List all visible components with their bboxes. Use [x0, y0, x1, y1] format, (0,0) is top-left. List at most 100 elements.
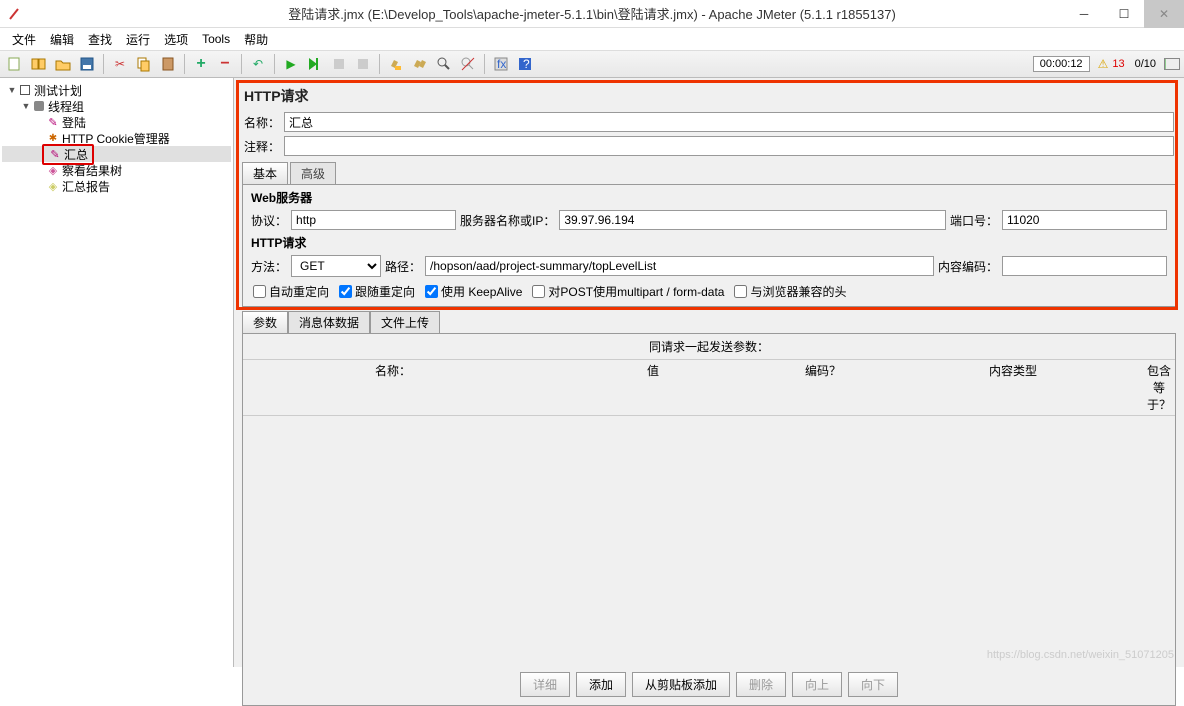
chk-multipart[interactable]: 对POST使用multipart / form-data: [532, 283, 724, 300]
chk-browser[interactable]: 与浏览器兼容的头: [734, 283, 846, 300]
paste-icon[interactable]: [157, 53, 179, 75]
tree-node-report[interactable]: ◈ 汇总报告: [2, 178, 231, 194]
thread-gauge: [1164, 58, 1180, 70]
reset-search-icon[interactable]: [457, 53, 479, 75]
comment-label: 注释：: [244, 138, 280, 155]
name-label: 名称：: [244, 114, 280, 131]
subtab-body[interactable]: 消息体数据: [288, 311, 370, 333]
add-icon[interactable]: +: [190, 53, 212, 75]
clear-icon[interactable]: [385, 53, 407, 75]
btn-add[interactable]: 添加: [576, 672, 626, 697]
app-icon: [8, 7, 22, 21]
comment-input[interactable]: [284, 136, 1174, 156]
params-table-body[interactable]: [243, 416, 1175, 664]
cut-icon[interactable]: ✂: [109, 53, 131, 75]
path-label: 路径：: [385, 258, 421, 275]
col-value: 值: [543, 360, 763, 415]
help-icon[interactable]: ?: [514, 53, 536, 75]
elapsed-timer: 00:00:12: [1033, 56, 1090, 72]
menu-run[interactable]: 运行: [120, 29, 156, 50]
svg-text:fx: fx: [497, 57, 506, 71]
col-include-eq: 包含等于？: [1143, 360, 1175, 415]
svg-text:?: ?: [523, 57, 530, 71]
subtab-files[interactable]: 文件上传: [370, 311, 440, 333]
params-title: 同请求一起发送参数：: [243, 334, 1175, 359]
minimize-button[interactable]: ─: [1064, 0, 1104, 28]
tree-node-summary[interactable]: ✎汇总: [2, 146, 231, 162]
menu-help[interactable]: 帮助: [238, 29, 274, 50]
start-no-pause-icon[interactable]: [304, 53, 326, 75]
open-icon[interactable]: [52, 53, 74, 75]
col-name: 名称：: [243, 360, 543, 415]
remove-icon[interactable]: −: [214, 53, 236, 75]
protocol-input[interactable]: [291, 210, 456, 230]
tab-advanced[interactable]: 高级: [290, 162, 336, 184]
tree-label: 登陆: [62, 114, 86, 131]
col-content-type: 内容类型: [883, 360, 1143, 415]
shutdown-icon[interactable]: [352, 53, 374, 75]
tab-basic[interactable]: 基本: [242, 162, 288, 184]
toolbar: ✂ + − ↶ ▶ fx ? 00:00:12 ⚠ 13 0/10: [0, 50, 1184, 78]
tree-label: 汇总: [64, 146, 88, 163]
editor-panel: HTTP请求 名称： 注释： 基本 高级 Web服务器 协议： 服务器名称或IP…: [234, 78, 1184, 667]
watermark: https://blog.csdn.net/weixin_51071205: [987, 649, 1174, 661]
save-icon[interactable]: [76, 53, 98, 75]
error-count: 13: [1112, 58, 1124, 70]
path-input[interactable]: [425, 256, 934, 276]
menu-search[interactable]: 查找: [82, 29, 118, 50]
col-encode: 编码？: [763, 360, 883, 415]
encoding-label: 内容编码：: [938, 258, 998, 275]
btn-down[interactable]: 向下: [848, 672, 898, 697]
encoding-input[interactable]: [1002, 256, 1167, 276]
port-label: 端口号：: [950, 212, 998, 229]
tree-node-login[interactable]: ✎ 登陆: [2, 114, 231, 130]
templates-icon[interactable]: [28, 53, 50, 75]
undo-icon[interactable]: ↶: [247, 53, 269, 75]
stop-icon[interactable]: [328, 53, 350, 75]
btn-clipboard[interactable]: 从剪贴板添加: [632, 672, 730, 697]
search-icon[interactable]: [433, 53, 455, 75]
menu-options[interactable]: 选项: [158, 29, 194, 50]
chk-auto-redirect[interactable]: 自动重定向: [253, 283, 329, 300]
menu-edit[interactable]: 编辑: [44, 29, 80, 50]
method-label: 方法：: [251, 258, 287, 275]
tree-node-thread[interactable]: ▼ 线程组: [2, 98, 231, 114]
copy-icon[interactable]: [133, 53, 155, 75]
subtab-params[interactable]: 参数: [242, 311, 288, 333]
thread-ratio: 0/10: [1135, 58, 1156, 70]
port-input[interactable]: [1002, 210, 1167, 230]
menu-file[interactable]: 文件: [6, 29, 42, 50]
new-icon[interactable]: [4, 53, 26, 75]
panel-title: HTTP请求: [236, 80, 1182, 110]
web-server-label: Web服务器: [243, 187, 1175, 208]
clear-all-icon[interactable]: [409, 53, 431, 75]
params-header: 名称： 值 编码？ 内容类型 包含等于？: [243, 359, 1175, 416]
tree-node-cookie[interactable]: ✱ HTTP Cookie管理器: [2, 130, 231, 146]
test-plan-tree[interactable]: ▼ 测试计划 ▼ 线程组 ✎ 登陆 ✱ HTTP Cookie管理器 ✎汇总 ◈…: [0, 78, 234, 667]
tree-label: 察看结果树: [62, 162, 122, 179]
name-input[interactable]: [284, 112, 1174, 132]
function-icon[interactable]: fx: [490, 53, 512, 75]
btn-delete[interactable]: 删除: [736, 672, 786, 697]
method-select[interactable]: GET: [291, 255, 381, 277]
warning-icon[interactable]: ⚠: [1098, 57, 1109, 71]
tree-label: 汇总报告: [62, 178, 110, 195]
btn-detail[interactable]: 详细: [520, 672, 570, 697]
chk-follow-redirect[interactable]: 跟随重定向: [339, 283, 415, 300]
http-req-label: HTTP请求: [243, 232, 1175, 253]
chk-keepalive[interactable]: 使用 KeepAlive: [425, 283, 522, 300]
tree-node-viewtree[interactable]: ◈ 察看结果树: [2, 162, 231, 178]
close-button[interactable]: ✕: [1144, 0, 1184, 28]
window-title: 登陆请求.jmx (E:\Develop_Tools\apache-jmeter…: [288, 4, 896, 23]
tree-label: 测试计划: [34, 82, 82, 99]
tree-node-plan[interactable]: ▼ 测试计划: [2, 82, 231, 98]
protocol-label: 协议：: [251, 212, 287, 229]
menu-bar: 文件 编辑 查找 运行 选项 Tools 帮助: [0, 28, 1184, 50]
server-input[interactable]: [559, 210, 946, 230]
tree-label: 线程组: [48, 98, 84, 115]
maximize-button[interactable]: ☐: [1104, 0, 1144, 28]
menu-tools[interactable]: Tools: [196, 30, 236, 48]
server-label: 服务器名称或IP：: [460, 212, 555, 229]
start-icon[interactable]: ▶: [280, 53, 302, 75]
btn-up[interactable]: 向上: [792, 672, 842, 697]
